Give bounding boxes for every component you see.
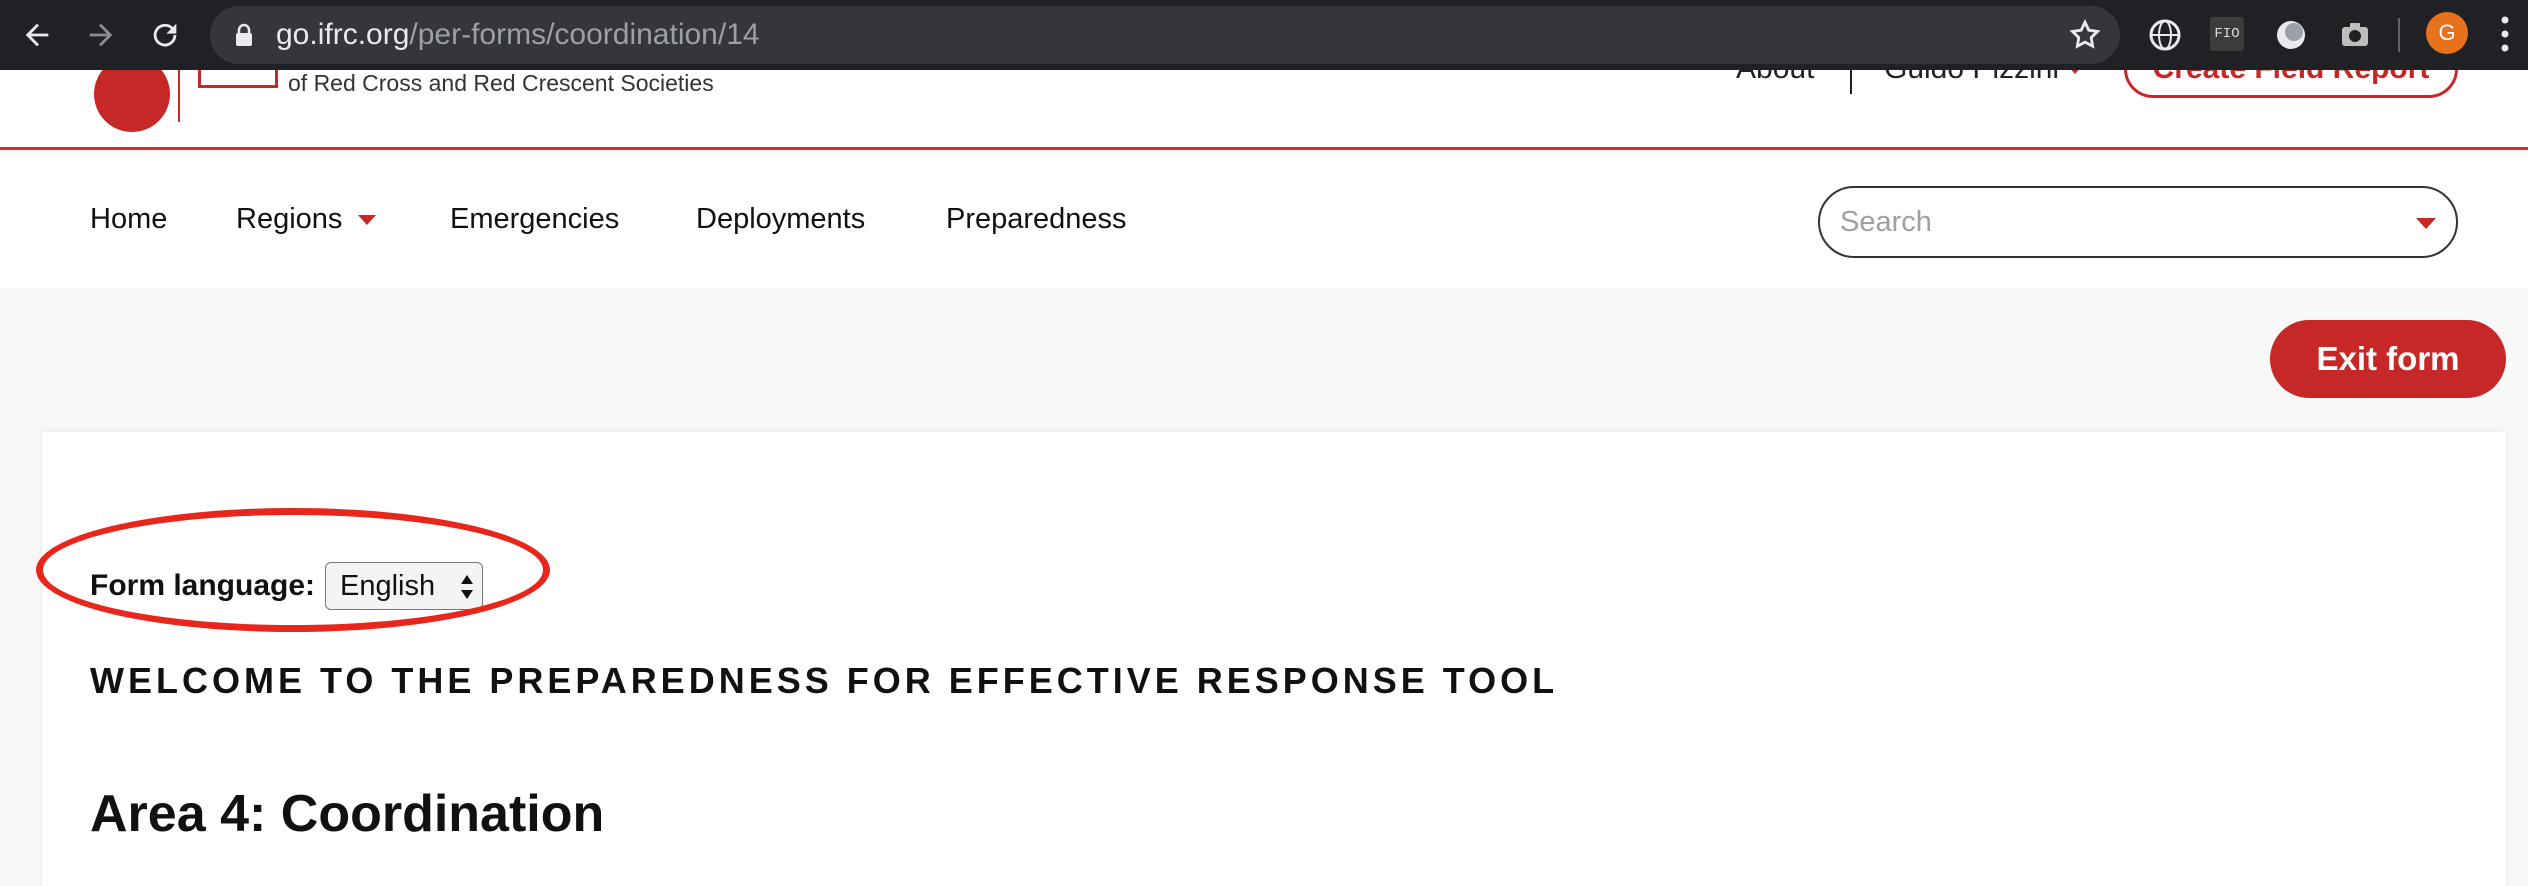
browser-toolbar: go.ifrc.org/per-forms/coordination/14 FI… xyxy=(0,0,2528,70)
form-card: Form language: English WELCOME TO THE PR… xyxy=(42,432,2506,886)
toolbar-separator xyxy=(2398,18,2400,52)
extension-circle-icon[interactable] xyxy=(2272,16,2310,54)
nav-home[interactable]: Home xyxy=(90,203,167,236)
main-navigation: Home Regions Emergencies Deployments Pre… xyxy=(0,153,2528,288)
org-name: of Red Cross and Red Crescent Societies xyxy=(288,70,714,96)
reload-icon[interactable] xyxy=(140,10,190,60)
regions-chevron-down-icon xyxy=(358,215,377,226)
nav-regions-label: Regions xyxy=(236,203,343,235)
back-arrow-icon[interactable] xyxy=(12,10,62,60)
highlight-ellipse xyxy=(36,508,550,632)
search-chevron-down-icon[interactable] xyxy=(2416,218,2436,229)
nav-regions[interactable]: Regions xyxy=(236,203,377,236)
exit-form-button[interactable]: Exit form xyxy=(2270,320,2506,398)
welcome-heading: WELCOME TO THE PREPAREDNESS FOR EFFECTIV… xyxy=(90,660,1559,701)
camera-icon[interactable] xyxy=(2336,16,2374,54)
lock-icon xyxy=(236,23,252,46)
nav-deployments[interactable]: Deployments xyxy=(696,203,865,236)
profile-avatar[interactable]: G xyxy=(2426,12,2468,54)
site-header: of Red Cross and Red Crescent Societies … xyxy=(0,40,2528,150)
address-bar[interactable]: go.ifrc.org/per-forms/coordination/14 xyxy=(210,6,2120,64)
search-box[interactable] xyxy=(1818,186,2458,258)
logo-divider xyxy=(178,66,180,122)
extension-globe-icon[interactable] xyxy=(2146,16,2184,54)
area-title: Area 4: Coordination xyxy=(90,785,605,843)
forward-arrow-icon[interactable] xyxy=(76,10,126,60)
extension-fio-icon[interactable]: FIO xyxy=(2210,17,2244,51)
bookmark-star-icon[interactable] xyxy=(2068,18,2102,52)
more-menu-icon[interactable] xyxy=(2500,14,2510,54)
nav-preparedness[interactable]: Preparedness xyxy=(946,203,1127,236)
search-input[interactable] xyxy=(1840,202,2400,242)
url-text: go.ifrc.org/per-forms/coordination/14 xyxy=(276,18,760,51)
nav-emergencies[interactable]: Emergencies xyxy=(450,203,619,236)
